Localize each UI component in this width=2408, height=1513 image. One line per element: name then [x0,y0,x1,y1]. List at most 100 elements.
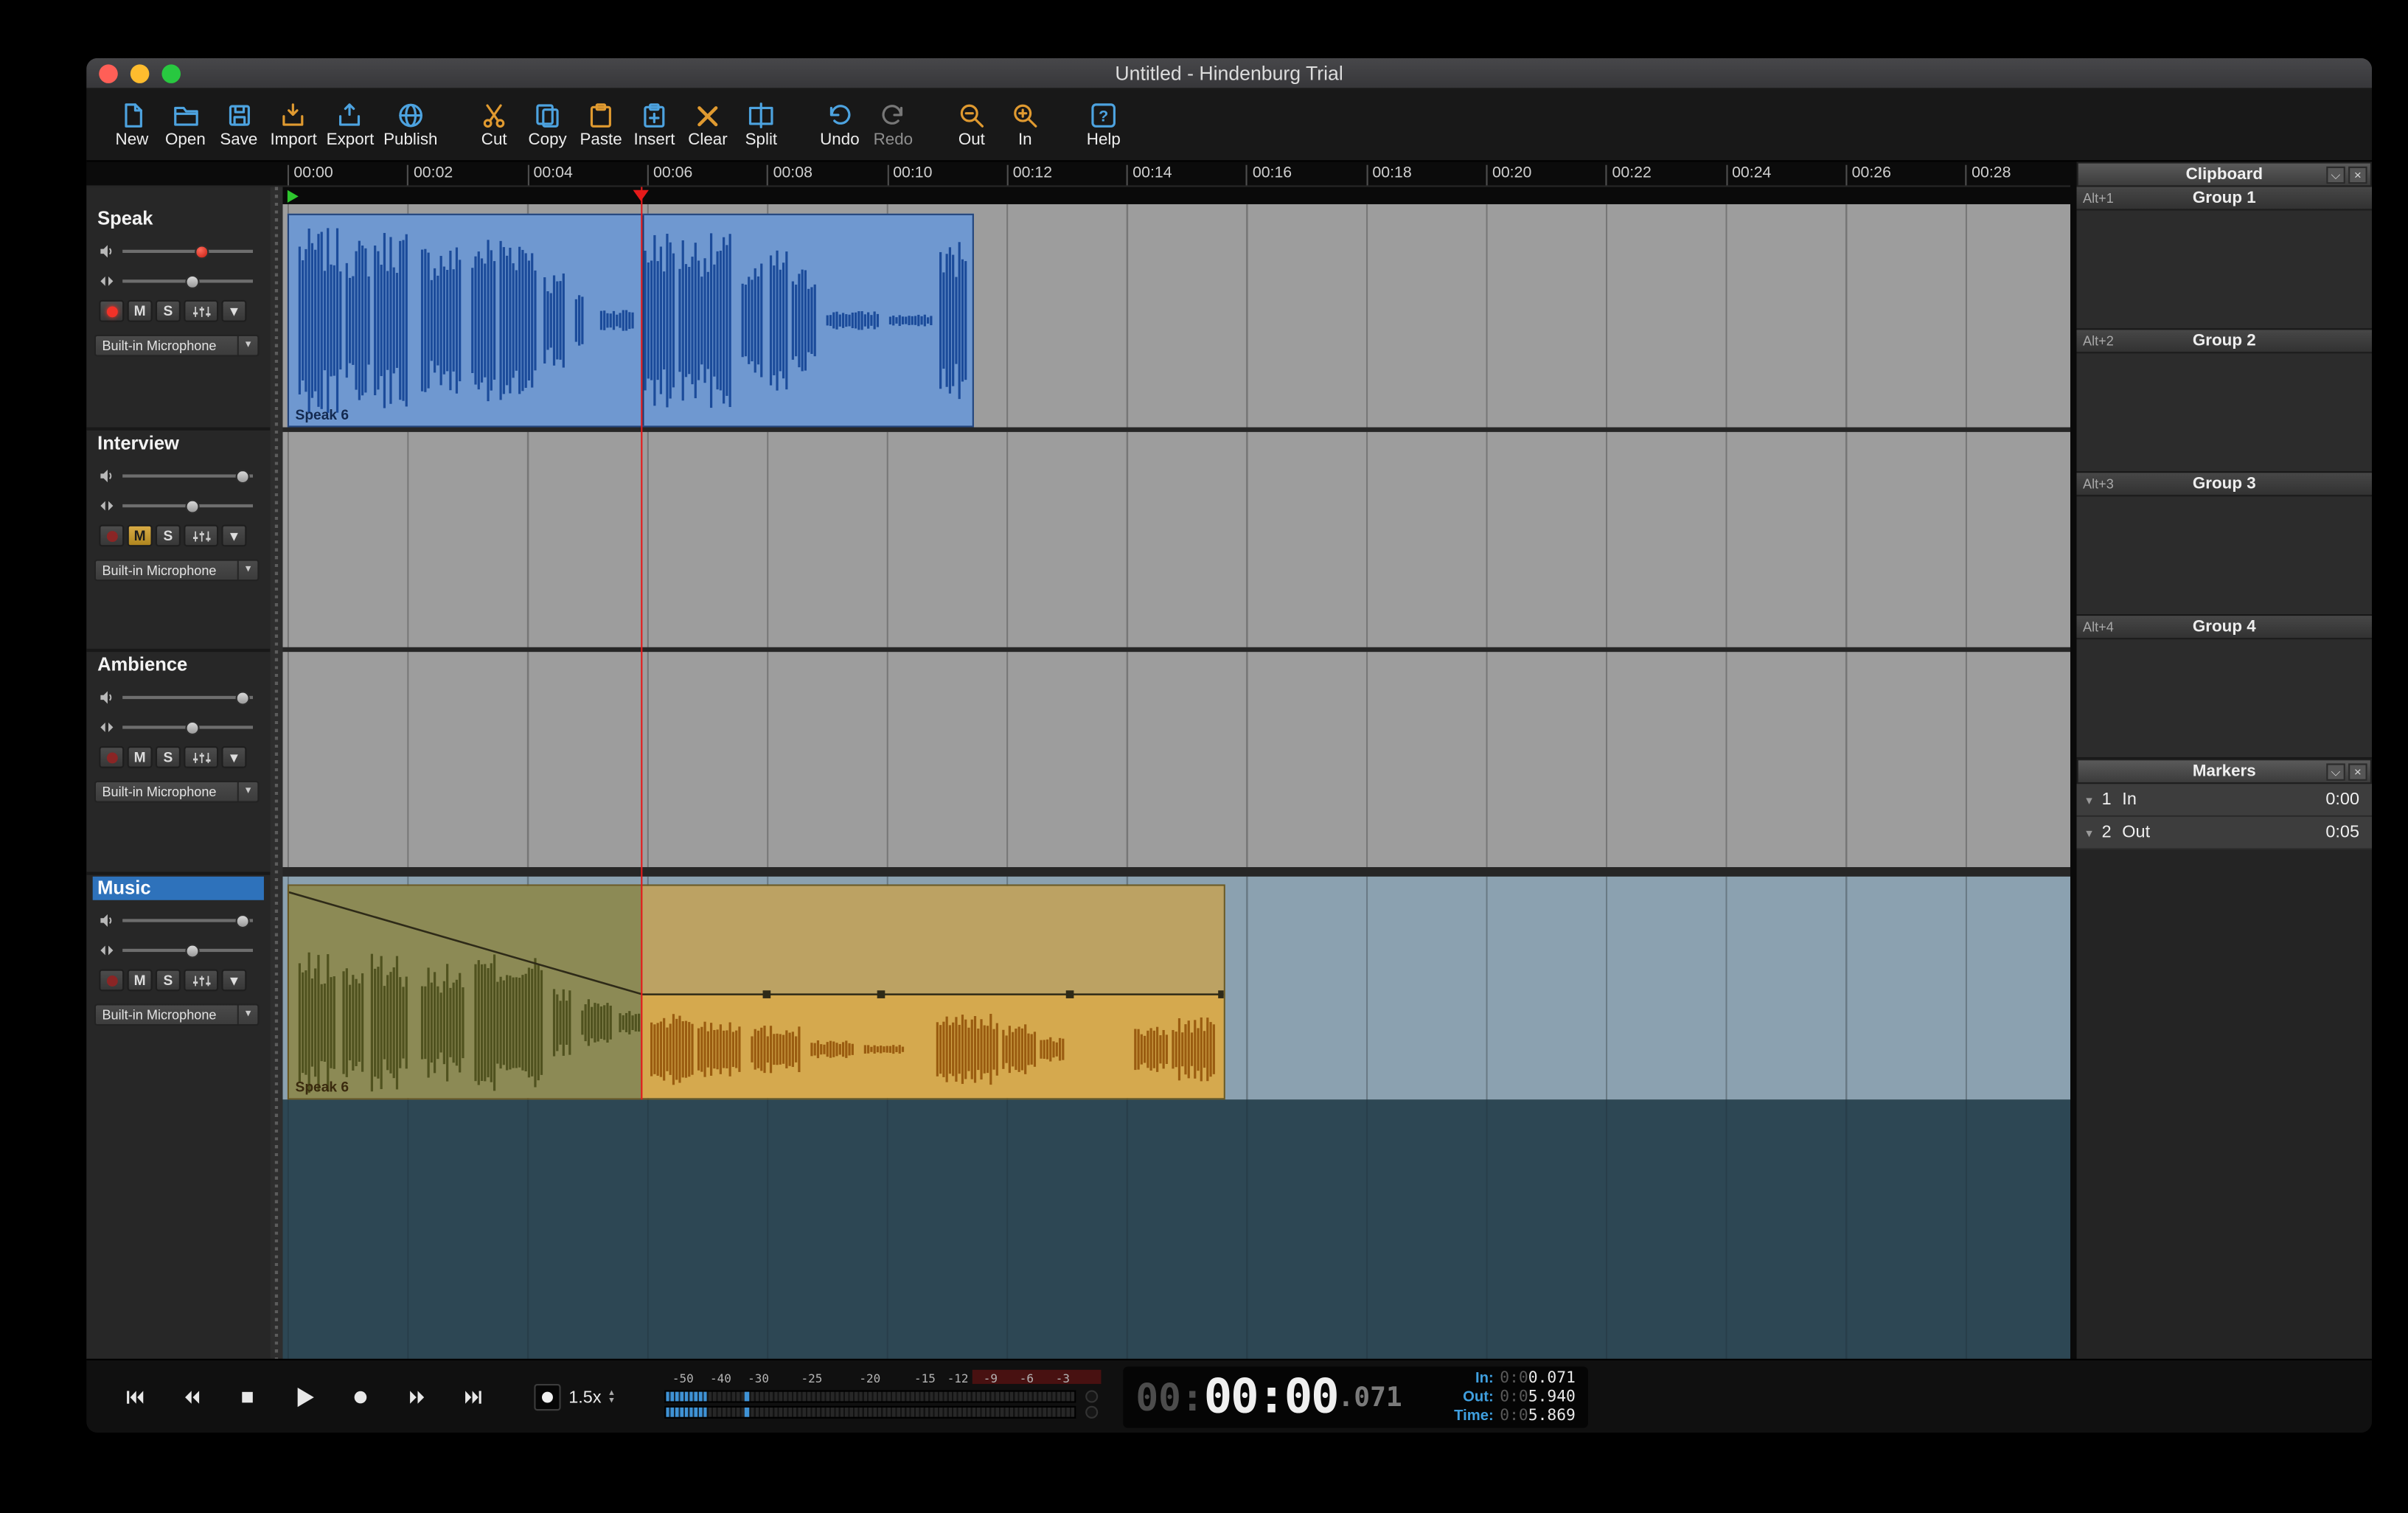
pan-ambience-slider[interactable] [119,717,262,739]
track-options-button-interview[interactable]: ▾ [221,525,246,547]
paste-button[interactable]: Paste [574,97,627,153]
minimize-window-button[interactable] [131,64,150,83]
in-button[interactable]: In [998,97,1051,153]
save-button[interactable]: Save [212,97,265,153]
volume-ambience-slider[interactable] [119,686,262,709]
marker-expand-icon[interactable]: ▾ [2077,826,2102,840]
playhead-line[interactable] [641,187,642,1100]
audio-clip-music[interactable]: Speak 6 [288,884,1225,1099]
slider-thumb[interactable] [185,274,199,288]
input-source-dropdown-music[interactable]: Built-in Microphone▾ [94,1004,260,1026]
clipboard-close-icon[interactable]: × [2348,167,2367,184]
zoom-window-button[interactable] [161,64,181,83]
mute-button-ambience[interactable]: M [128,746,153,768]
speed-control[interactable]: 1.5x ▴▾ [534,1381,613,1414]
stop-button[interactable] [225,1376,269,1416]
input-source-dropdown-ambience[interactable]: Built-in Microphone▾ [94,781,260,803]
play-button[interactable] [281,1376,325,1416]
slider-thumb[interactable] [236,914,250,928]
record-arm-button-music[interactable] [99,970,124,992]
solo-button-speak[interactable]: S [156,300,181,322]
track-name-interview[interactable]: Interview [93,432,264,456]
marker-row-out[interactable]: ▾2Out0:05 [2077,817,2373,850]
marker-expand-icon[interactable]: ▾ [2077,793,2102,807]
clipboard-group-header-2[interactable]: Alt+2Group 2 [2077,330,2373,353]
track-name-speak[interactable]: Speak [93,207,264,231]
panel-splitter[interactable] [270,187,282,1359]
track-name-ambience[interactable]: Ambience [93,653,264,677]
export-button[interactable]: Export [321,97,378,153]
clipboard-group-header-1[interactable]: Alt+1Group 1 [2077,187,2373,211]
slider-thumb[interactable] [185,498,199,512]
audio-clip-speak[interactable]: Speak 6 [288,214,974,428]
eq-button-interview[interactable] [184,525,218,547]
clipboard-group-header-4[interactable]: Alt+4Group 4 [2077,616,2373,639]
rewind-button[interactable] [168,1376,212,1416]
cut-button[interactable]: Cut [467,97,521,153]
clipboard-group-header-3[interactable]: Alt+3Group 3 [2077,473,2373,496]
skip-start-button[interactable] [111,1376,156,1416]
record-button[interactable] [338,1376,382,1416]
clear-button[interactable]: Clear [681,97,734,153]
slider-thumb[interactable] [236,469,250,483]
eq-button-music[interactable] [184,970,218,992]
mute-button-music[interactable]: M [128,970,153,992]
mute-button-speak[interactable]: M [128,300,153,322]
track-options-button-music[interactable]: ▾ [221,970,246,992]
track-options-button-ambience[interactable]: ▾ [221,746,246,768]
timeline-ruler[interactable]: 00:0000:0200:0400:0600:0800:1000:1200:14… [86,161,2070,187]
timeline-area[interactable]: Speak 6 Speak 6 [282,187,2070,1359]
help-button[interactable]: ?Help [1077,97,1130,153]
pan-music-slider[interactable] [119,939,262,961]
slider-thumb[interactable] [195,244,209,258]
speed-stepper[interactable]: ▴▾ [609,1389,613,1405]
eq-button-speak[interactable] [184,300,218,322]
track-lane-ambience[interactable] [282,652,2070,867]
new-button[interactable]: New [105,97,159,153]
track-options-button-speak[interactable]: ▾ [221,300,246,322]
slider-thumb[interactable] [185,943,199,957]
volume-interview-slider[interactable] [119,465,262,487]
record-mode-toggle[interactable] [534,1384,560,1411]
clipboard-group-body-3[interactable] [2077,496,2373,616]
eq-button-ambience[interactable] [184,746,218,768]
solo-button-music[interactable]: S [156,970,181,992]
skip-end-button[interactable] [450,1376,495,1416]
record-arm-button-ambience[interactable] [99,746,124,768]
pan-interview-slider[interactable] [119,495,262,517]
input-source-dropdown-speak[interactable]: Built-in Microphone▾ [94,335,260,357]
solo-button-ambience[interactable]: S [156,746,181,768]
markers-pin-icon[interactable]: ⌵ [2326,763,2345,780]
mute-button-interview[interactable]: M [128,525,153,547]
split-button[interactable]: Split [734,97,787,153]
out-button[interactable]: Out [945,97,998,153]
out-marker-icon[interactable] [633,190,649,201]
clipboard-group-body-1[interactable] [2077,210,2373,330]
clipboard-pin-icon[interactable]: ⌵ [2326,167,2345,184]
import-button[interactable]: Import [265,97,321,153]
undo-button[interactable]: Undo [813,97,866,153]
titlebar[interactable]: Untitled - Hindenburg Trial [86,58,2372,90]
record-arm-button-speak[interactable] [99,300,124,322]
pan-speak-slider[interactable] [119,270,262,292]
volume-speak-slider[interactable] [119,240,262,262]
input-source-dropdown-interview[interactable]: Built-in Microphone▾ [94,559,260,581]
slider-thumb[interactable] [236,690,250,704]
slider-thumb[interactable] [185,720,199,734]
fast-forward-button[interactable] [394,1376,439,1416]
clipboard-group-body-4[interactable] [2077,639,2373,759]
close-window-button[interactable] [99,64,118,83]
insert-button[interactable]: Insert [627,97,681,153]
record-arm-button-interview[interactable] [99,525,124,547]
markers-close-icon[interactable]: × [2348,763,2367,780]
redo-button[interactable]: Redo [866,97,919,153]
copy-button[interactable]: Copy [521,97,574,153]
track-lane-interview[interactable] [282,432,2070,647]
clipboard-group-body-2[interactable] [2077,353,2373,473]
publish-button[interactable]: Publish [379,97,442,153]
marker-row-in[interactable]: ▾1In0:00 [2077,784,2373,817]
track-name-music[interactable]: Music [93,877,264,900]
in-marker-icon[interactable] [288,190,299,203]
volume-music-slider[interactable] [119,910,262,932]
solo-button-interview[interactable]: S [156,525,181,547]
